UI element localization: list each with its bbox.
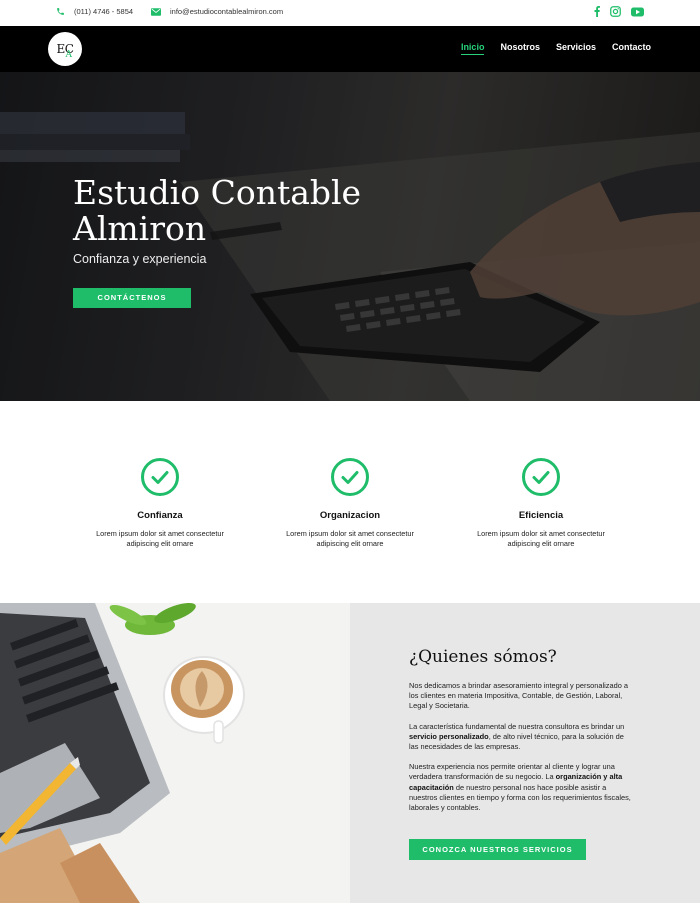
main-nav: EC A Inicio Nosotros Servicios Contacto (0, 26, 700, 72)
about-paragraph-3: Nuestra experiencia nos permite orientar… (409, 762, 631, 813)
about-title: ¿Quienes sómos? (409, 647, 557, 667)
about-section: ¿Quienes sómos? Nos dedicamos a brindar … (0, 603, 700, 903)
nav-item-nosotros[interactable]: Nosotros (500, 42, 540, 55)
feature-title: Confianza (137, 510, 183, 521)
nav-item-contacto[interactable]: Contacto (612, 42, 651, 55)
about-paragraph-1: Nos dedicamos a brindar asesoramiento in… (409, 681, 628, 711)
phone-text: (011) 4746 - 5854 (74, 7, 134, 16)
contact-bar: (011) 4746 - 5854 info@estudiocontableal… (0, 0, 700, 26)
logo-accent: A (65, 50, 73, 60)
logo[interactable]: EC A (48, 32, 82, 66)
about-paragraph-2: La característica fundamental de nuestra… (409, 722, 631, 753)
feature-title: Eficiencia (518, 510, 564, 521)
email-contact[interactable]: info@estudiocontablealmiron.com (151, 7, 283, 16)
feature-card-confianza: Confianza Lorem ipsum dolor sit amet con… (95, 457, 225, 548)
feature-text: Lorem ipsum dolor sit amet consectetur a… (96, 529, 224, 548)
hero-title: Estudio Contable Almiron (73, 173, 362, 248)
facebook-icon[interactable] (594, 6, 600, 17)
social-links (594, 6, 644, 17)
features-section: Confianza Lorem ipsum dolor sit amet con… (0, 401, 700, 603)
youtube-icon[interactable] (631, 7, 644, 17)
feature-card-eficiencia: Eficiencia Lorem ipsum dolor sit amet co… (476, 457, 606, 548)
check-circle-icon (141, 458, 179, 496)
check-circle-icon (331, 458, 369, 496)
feature-title: Organizacion (319, 510, 381, 521)
check-circle-icon (522, 458, 560, 496)
desk-photo (0, 603, 350, 903)
feature-text: Lorem ipsum dolor sit amet consectetur a… (286, 529, 414, 548)
about-text-span: La característica fundamental de nuestra… (409, 721, 625, 731)
about-bold-span: servicio personalizado (409, 731, 489, 741)
hero-section: Estudio Contable Almiron Confianza y exp… (0, 72, 700, 401)
feature-card-organizacion: Organizacion Lorem ipsum dolor sit amet … (285, 457, 415, 548)
phone-icon (57, 8, 64, 15)
about-content: ¿Quienes sómos? Nos dedicamos a brindar … (350, 603, 700, 903)
instagram-icon[interactable] (610, 6, 621, 17)
hero-subtitle: Confianza y experiencia (73, 252, 207, 266)
email-icon (151, 7, 161, 16)
desk-illustration (0, 603, 350, 903)
contact-button[interactable]: CONTÁCTENOS (73, 288, 191, 308)
services-button[interactable]: CONOZCA NUESTROS SERVICIOS (409, 839, 586, 860)
feature-text: Lorem ipsum dolor sit amet consectetur a… (477, 529, 605, 548)
nav-item-servicios[interactable]: Servicios (556, 42, 596, 55)
email-text: info@estudiocontablealmiron.com (170, 7, 284, 16)
phone-contact[interactable]: (011) 4746 - 5854 (56, 7, 133, 16)
about-body: Nos dedicamos a brindar asesoramiento in… (409, 681, 631, 823)
nav-item-inicio[interactable]: Inicio (460, 42, 485, 55)
nav-menu: Inicio Nosotros Servicios Contacto (460, 42, 651, 55)
